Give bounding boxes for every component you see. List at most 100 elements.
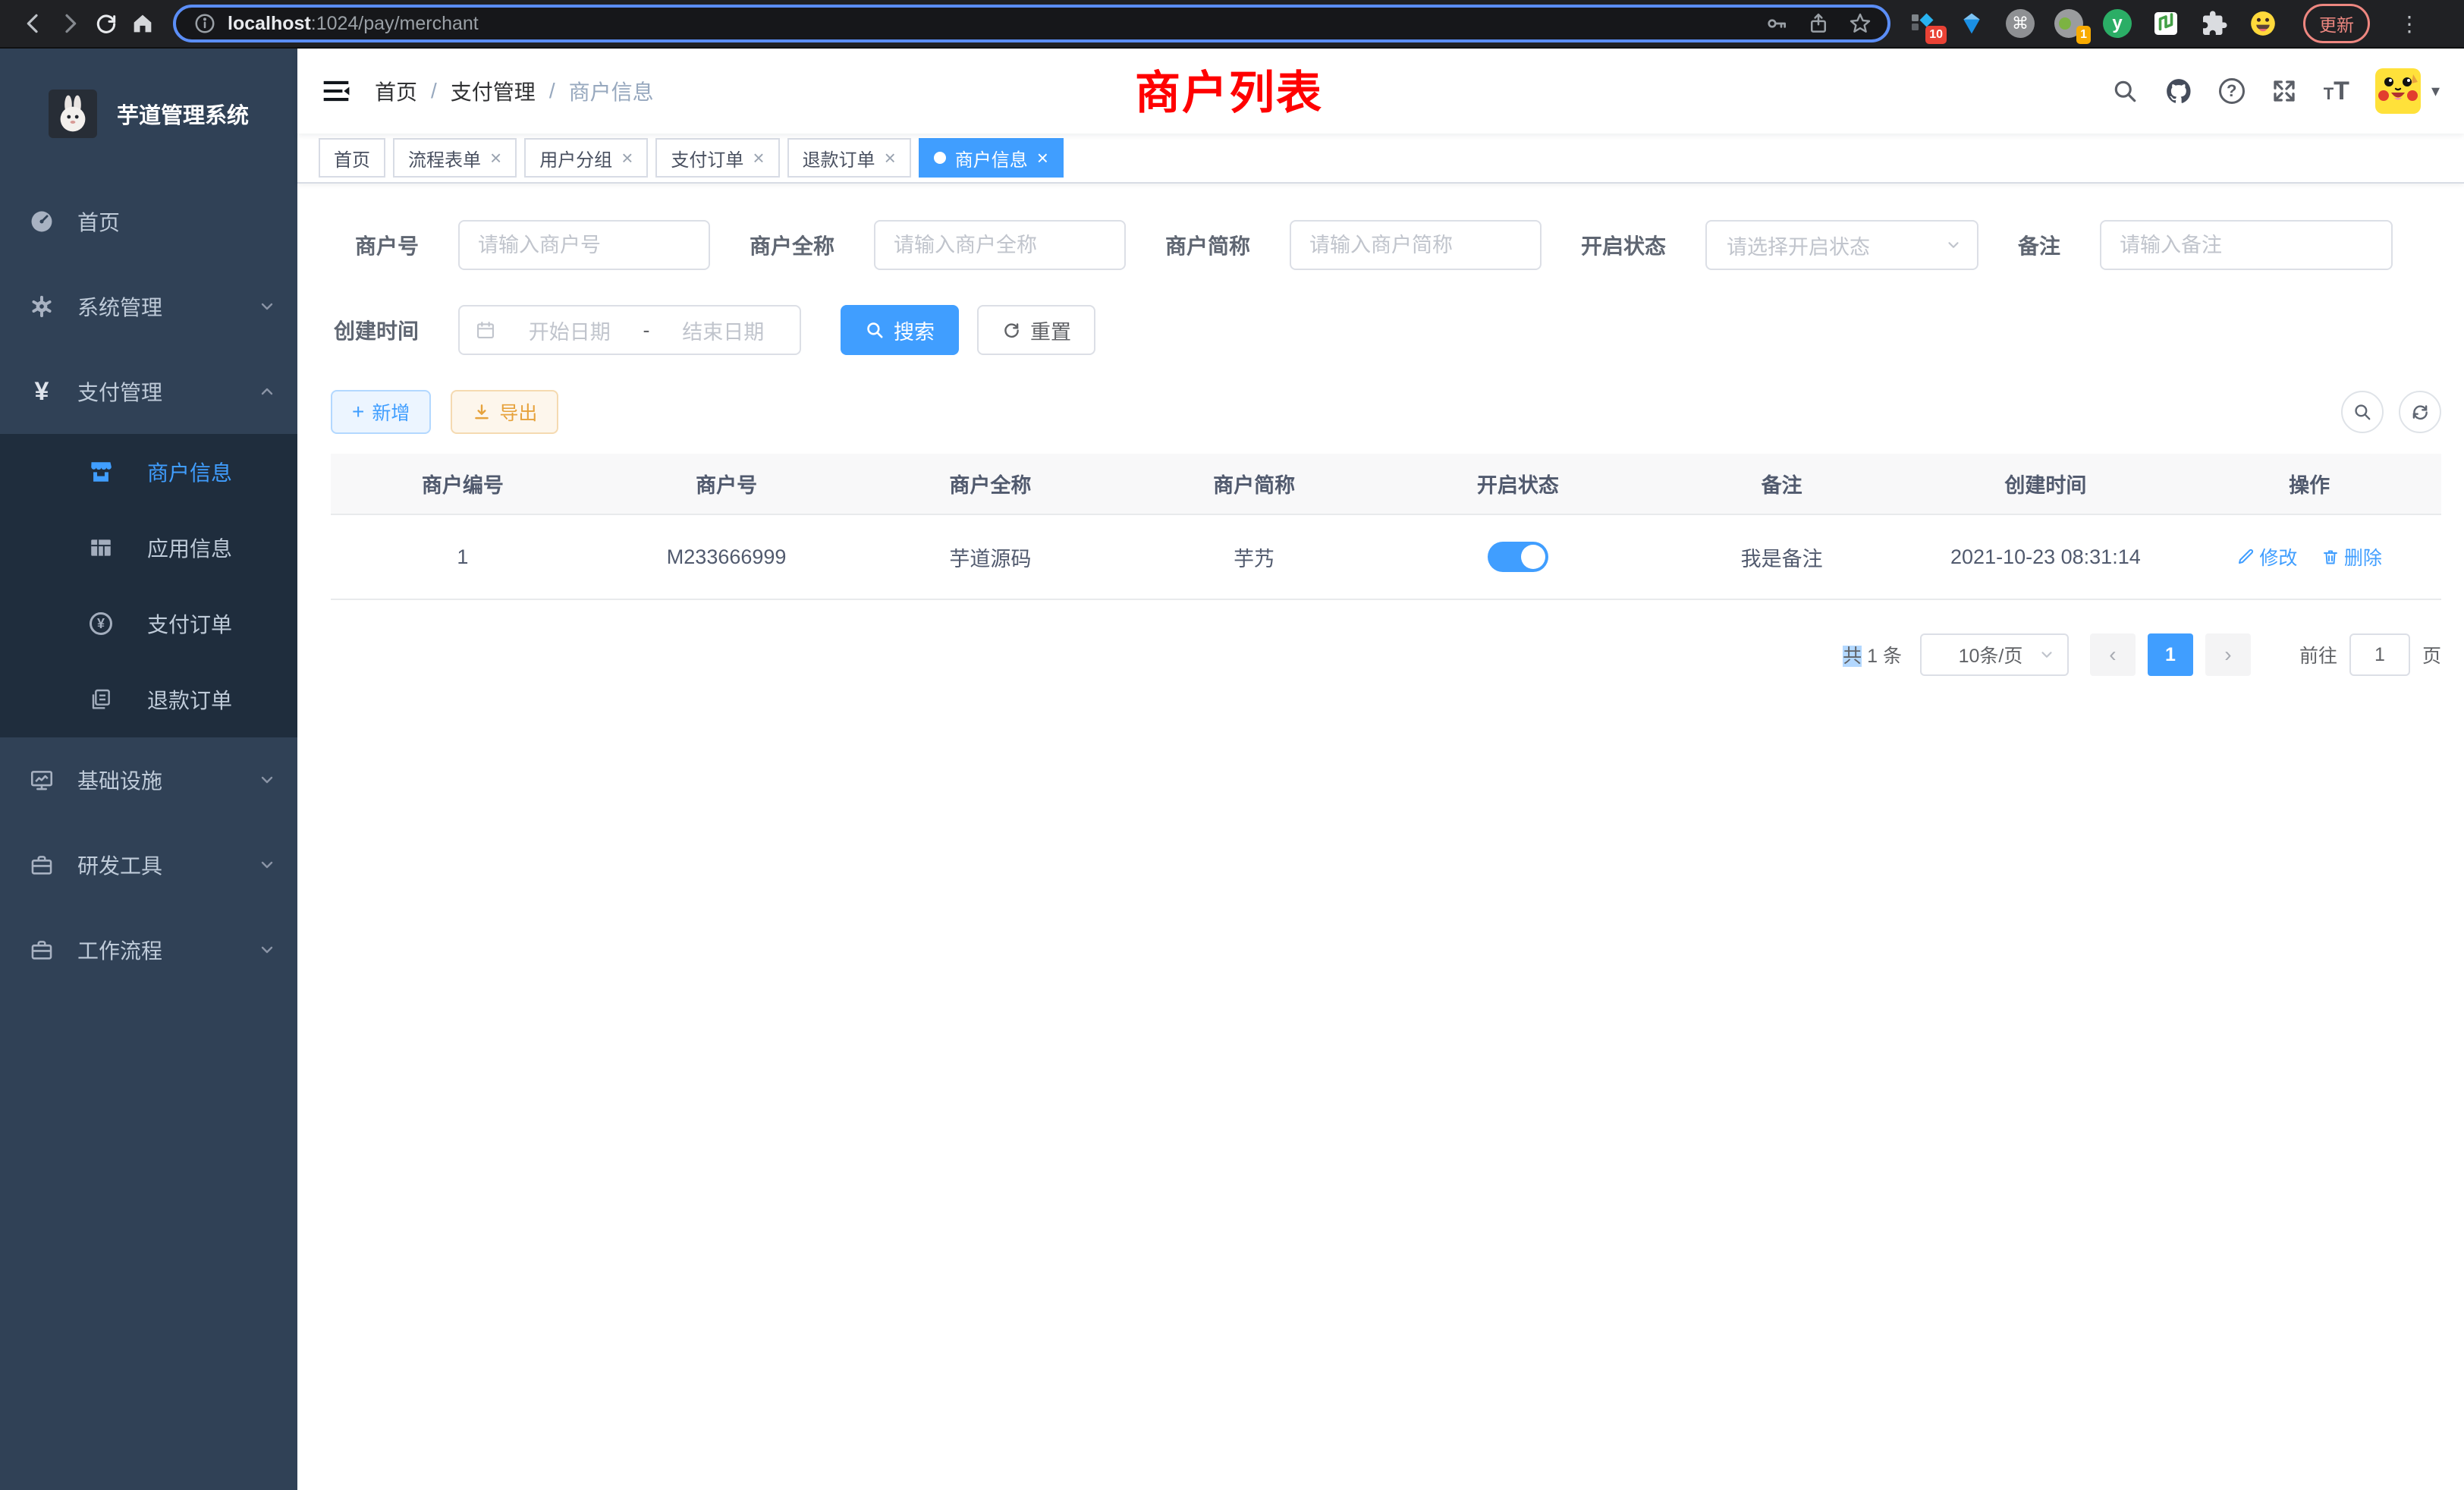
page-content: 商户号 商户全称 商户简称 开启状态 请选择开启状态 备注 创 (297, 184, 2464, 1490)
breadcrumb-separator: / (431, 79, 437, 103)
page-size-select[interactable]: 10条/页 (1920, 633, 2069, 676)
share-icon[interactable] (1807, 11, 1830, 36)
font-size-icon[interactable]: TT (2324, 78, 2349, 104)
full-name-label: 商户全称 (750, 230, 834, 260)
tab-merchant-info[interactable]: 商户信息× (919, 138, 1064, 178)
profile-avatar-icon[interactable] (2249, 9, 2277, 38)
add-button[interactable]: + 新增 (331, 390, 431, 434)
create-time-range-input[interactable]: 开始日期 - 结束日期 (458, 305, 801, 355)
search-icon (865, 320, 885, 340)
merchant-no-input[interactable] (458, 220, 710, 270)
status-select[interactable]: 请选择开启状态 (1705, 220, 1978, 270)
gear-icon (29, 294, 55, 319)
cell-remark: 我是备注 (1650, 514, 1914, 599)
refresh-button[interactable] (2399, 391, 2441, 433)
jumper-input[interactable] (2349, 633, 2410, 676)
sidebar-item-refund-order[interactable]: 退款订单 (0, 662, 297, 737)
delete-link[interactable]: 删除 (2321, 543, 2382, 571)
address-bar[interactable]: localhost:1024/pay/merchant (173, 5, 1890, 42)
documents-icon (88, 687, 114, 712)
close-icon[interactable]: × (1037, 148, 1048, 168)
breadcrumb-pay[interactable]: 支付管理 (451, 76, 536, 106)
filter-row-2: 创建时间 开始日期 - 结束日期 搜索 重置 (331, 305, 2441, 355)
avatar[interactable] (2375, 68, 2421, 114)
extension-command-icon[interactable]: ⌘ (2006, 9, 2035, 38)
extension-notes-icon[interactable] (2151, 9, 2180, 38)
create-time-label: 创建时间 (331, 315, 419, 345)
short-name-input[interactable] (1290, 220, 1542, 270)
extension-recorder-icon[interactable]: 1 (2054, 9, 2083, 38)
sidebar-item-dev-tools[interactable]: 研发工具 (0, 822, 297, 907)
tab-user-group[interactable]: 用户分组× (524, 138, 648, 178)
chevron-up-icon (258, 382, 276, 401)
close-icon[interactable]: × (490, 148, 501, 168)
sidebar-item-home[interactable]: 首页 (0, 179, 297, 264)
tab-process-form[interactable]: 流程表单× (393, 138, 517, 178)
extension-gem-icon[interactable] (1957, 9, 1986, 38)
start-date-placeholder: 开始日期 (508, 316, 631, 345)
close-icon[interactable]: × (621, 148, 633, 168)
merchant-table: 商户编号 商户号 商户全称 商户简称 开启状态 备注 创建时间 操作 1 (331, 454, 2441, 600)
sidebar-item-system[interactable]: 系统管理 (0, 264, 297, 349)
tab-refund-order[interactable]: 退款订单× (787, 138, 911, 178)
browser-menu-icon[interactable]: ⋮ (2399, 11, 2420, 36)
sidebar-collapse-icon[interactable] (322, 77, 350, 105)
status-label: 开启状态 (1581, 230, 1666, 260)
yen-icon: ¥ (29, 377, 55, 407)
fullscreen-icon[interactable] (2271, 77, 2298, 105)
edit-link[interactable]: 修改 (2236, 543, 2297, 571)
bookmark-star-icon[interactable] (1848, 11, 1872, 36)
sidebar-item-merchant-info[interactable]: 商户信息 (0, 434, 297, 510)
cell-full-name: 芋道源码 (859, 514, 1123, 599)
browser-back-icon[interactable] (15, 5, 52, 42)
extension-toolbar: 10 ⌘ 1 y 更新 ⋮ (1903, 4, 2426, 43)
browser-update-button[interactable]: 更新 (2303, 4, 2370, 43)
tab-home[interactable]: 首页 (319, 138, 385, 178)
password-key-icon[interactable] (1765, 11, 1789, 36)
pagination: 共 1 条 10条/页 ‹ 1 › 前往 页 (331, 633, 2441, 676)
pay-submenu: 商户信息 应用信息 ¥ 支付订单 退款订单 (0, 434, 297, 737)
page-number-1[interactable]: 1 (2148, 633, 2193, 676)
shop-icon (88, 458, 114, 486)
breadcrumb-home[interactable]: 首页 (375, 76, 417, 106)
sidebar-item-label: 研发工具 (77, 850, 162, 880)
help-icon[interactable]: ? (2219, 78, 2245, 104)
show-search-button[interactable] (2341, 391, 2384, 433)
export-button[interactable]: 导出 (451, 390, 558, 434)
grid-icon (88, 535, 114, 561)
close-icon[interactable]: × (753, 148, 764, 168)
extensions-puzzle-icon[interactable] (2200, 9, 2229, 38)
full-name-input[interactable] (874, 220, 1126, 270)
reset-button[interactable]: 重置 (977, 305, 1095, 355)
close-icon[interactable]: × (885, 148, 896, 168)
search-icon[interactable] (2111, 77, 2139, 105)
next-page-button[interactable]: › (2205, 633, 2251, 676)
table-toolbar: + 新增 导出 (331, 390, 2441, 434)
chevron-down-icon (2038, 646, 2055, 663)
search-button[interactable]: 搜索 (841, 305, 959, 355)
sidebar-item-pay[interactable]: ¥ 支付管理 (0, 349, 297, 434)
sidebar-item-workflow[interactable]: 工作流程 (0, 907, 297, 992)
remark-input[interactable] (2100, 220, 2393, 270)
extension-blue-diamond-icon[interactable]: 10 (1909, 9, 1938, 38)
app-title: 芋道管理系统 (117, 98, 249, 130)
extension-badge: 1 (2076, 26, 2091, 44)
extension-y-icon[interactable]: y (2103, 9, 2132, 38)
sidebar-item-pay-order[interactable]: ¥ 支付订单 (0, 586, 297, 662)
site-info-icon[interactable] (191, 5, 218, 42)
col-actions: 操作 (2177, 454, 2441, 514)
prev-page-button[interactable]: ‹ (2090, 633, 2136, 676)
sidebar-item-label: 退款订单 (147, 684, 232, 715)
sidebar-item-app-info[interactable]: 应用信息 (0, 510, 297, 586)
top-navbar: 首页 / 支付管理 / 商户信息 商户列表 ? (297, 49, 2464, 134)
browser-reload-icon[interactable] (88, 5, 124, 42)
user-menu[interactable]: ▾ (2375, 68, 2440, 114)
status-toggle[interactable] (1488, 542, 1548, 572)
tab-pay-order[interactable]: 支付订单× (655, 138, 779, 178)
github-icon[interactable] (2164, 77, 2193, 105)
browser-forward-icon[interactable] (52, 5, 88, 42)
browser-home-icon[interactable] (124, 5, 161, 42)
short-name-label: 商户简称 (1165, 230, 1250, 260)
caret-down-icon[interactable]: ▾ (2431, 81, 2440, 101)
sidebar-item-infra[interactable]: 基础设施 (0, 737, 297, 822)
